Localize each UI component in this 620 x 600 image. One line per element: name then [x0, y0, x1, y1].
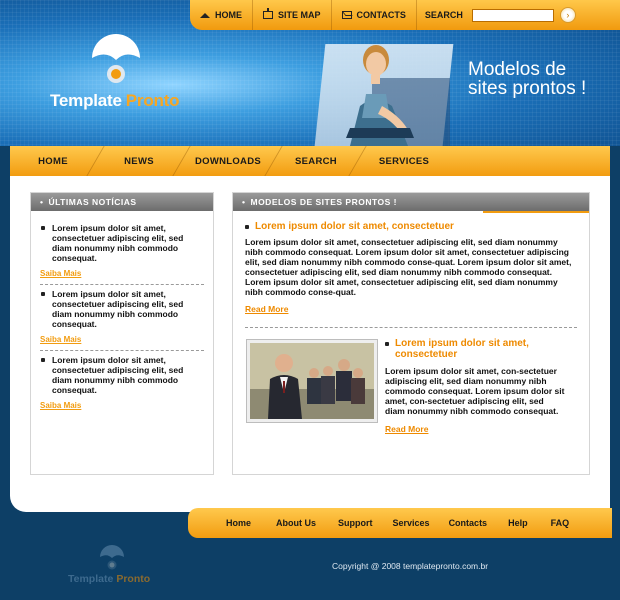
articles-box: • MODELOS DE SITES PRONTOS ! Lorem ipsum… — [232, 192, 590, 475]
news-box: • ÚLTIMAS NOTÍCIAS Lorem ipsum dolor sit… — [30, 192, 214, 475]
saiba-mais-link[interactable]: Saiba Mais — [40, 401, 204, 410]
logo-wordmark[interactable]: Template Pronto — [50, 91, 180, 111]
article-with-photo: Lorem ipsum dolor sit amet, consectetuer… — [245, 336, 577, 446]
topnav-contacts[interactable]: CONTACTS — [332, 0, 417, 30]
footer-logo-wordmark: Template Pronto — [68, 573, 150, 585]
business-team-photo — [247, 340, 377, 422]
bullet-icon: • — [40, 197, 44, 207]
news-item-body: Lorem ipsum dolor sit amet, consectetuer… — [52, 289, 184, 329]
article-divider — [245, 327, 577, 328]
saiba-mais-link[interactable]: Saiba Mais — [40, 269, 204, 278]
news-item: Lorem ipsum dolor sit amet, consectetuer… — [40, 285, 204, 351]
search-input[interactable] — [471, 8, 554, 22]
topnav-sitemap-label: SITE MAP — [278, 10, 321, 20]
home-icon — [200, 12, 210, 18]
logo-word-2: Pronto — [125, 91, 180, 110]
article-title-text: Lorem ipsum dolor sit amet, consectetuer — [255, 221, 454, 232]
footer-navigation: Home About Us Support Services Contacts … — [188, 508, 612, 538]
logo-word-1: Template — [50, 91, 122, 110]
menu-item-downloads[interactable]: DOWNLOADS — [182, 146, 274, 176]
menu-item-label: DOWNLOADS — [194, 155, 262, 167]
bullet-icon — [385, 342, 389, 346]
bullet-icon — [41, 292, 45, 296]
copyright-text: Copyright @ 2008 templatepronto.com.br — [332, 561, 489, 571]
top-navigation: HOME SITE MAP CONTACTS SEARCH › — [190, 0, 620, 30]
news-item: Lorem ipsum dolor sit amet, consectetuer… — [40, 219, 204, 285]
footer-link-help[interactable]: Help — [508, 518, 528, 528]
menu-item-label: SEARCH — [295, 155, 337, 167]
footer-logo-word-2: Pronto — [116, 573, 151, 585]
menu-item-services[interactable]: SERVICES — [358, 146, 450, 176]
woman-photo — [346, 45, 414, 146]
menu-item-home[interactable]: HOME — [10, 146, 96, 176]
article-body: Lorem ipsum dolor sit amet, con-sectetue… — [385, 366, 565, 416]
articles-box-header: • MODELOS DE SITES PRONTOS ! — [233, 193, 589, 211]
footer-logo-word-1: Template — [68, 573, 114, 585]
news-item-text: Lorem ipsum dolor sit amet, consectetuer… — [40, 223, 204, 263]
news-item: Lorem ipsum dolor sit amet, consectetuer… — [40, 351, 204, 416]
news-box-header: • ÚLTIMAS NOTÍCIAS — [31, 193, 213, 211]
bullet-icon — [41, 358, 45, 362]
news-item-text: Lorem ipsum dolor sit amet, consectetuer… — [40, 355, 204, 395]
news-box-title: • ÚLTIMAS NOTÍCIAS — [31, 193, 213, 211]
article-body: Lorem ipsum dolor sit amet, consectetuer… — [245, 237, 572, 297]
article-title[interactable]: Lorem ipsum dolor sit amet, consectetuer — [245, 221, 577, 232]
article-title[interactable]: Lorem ipsum dolor sit amet, consectetuer — [385, 338, 565, 360]
news-list: Lorem ipsum dolor sit amet, consectetuer… — [31, 211, 213, 416]
footer-link-home[interactable]: Home — [226, 518, 251, 528]
tagline-line-2: sites prontos ! — [468, 78, 587, 99]
footer-link-support[interactable]: Support — [338, 518, 373, 528]
search-go-button[interactable]: › — [559, 7, 576, 23]
mail-icon — [341, 11, 352, 19]
tagline-line-1: Modelos de — [468, 59, 567, 80]
bullet-icon: • — [242, 197, 246, 207]
menu-item-news[interactable]: NEWS — [96, 146, 182, 176]
footer-logo-icon — [100, 545, 124, 570]
sitemap-icon — [263, 8, 273, 19]
read-more-link[interactable]: Read More — [385, 424, 428, 434]
content-area: • ÚLTIMAS NOTÍCIAS Lorem ipsum dolor sit… — [10, 176, 610, 512]
news-item-body: Lorem ipsum dolor sit amet, consectetuer… — [52, 355, 184, 395]
menu-item-label: HOME — [38, 155, 68, 167]
bullet-icon — [41, 226, 45, 230]
bullet-icon — [245, 225, 249, 229]
read-more-link[interactable]: Read More — [245, 304, 288, 314]
news-item-body: Lorem ipsum dolor sit amet, consectetuer… — [52, 223, 184, 263]
header-banner: HOME SITE MAP CONTACTS SEARCH › Template… — [0, 0, 620, 146]
logo-icon — [92, 34, 140, 83]
header-tagline: Modelos de sites prontos ! — [468, 60, 586, 98]
article-title-text: Lorem ipsum dolor sit amet, consectetuer — [395, 338, 529, 360]
articles-box-title-text: MODELOS DE SITES PRONTOS ! — [250, 197, 397, 207]
menu-item-label: SERVICES — [378, 155, 430, 167]
articles-box-title: • MODELOS DE SITES PRONTOS ! — [233, 193, 589, 211]
footer-link-about[interactable]: About Us — [276, 518, 316, 528]
news-item-text: Lorem ipsum dolor sit amet, consectetuer… — [40, 289, 204, 329]
topnav-contacts-label: CONTACTS — [356, 10, 406, 20]
article-2-text: Lorem ipsum dolor sit amet, consectetuer… — [385, 338, 565, 437]
topnav-home[interactable]: HOME — [190, 0, 253, 30]
topnav-home-label: HOME — [215, 10, 242, 20]
search-arrow-icon: › — [566, 10, 570, 20]
saiba-mais-link[interactable]: Saiba Mais — [40, 335, 204, 344]
menu-item-label: NEWS — [124, 155, 154, 167]
footer-link-contacts[interactable]: Contacts — [449, 518, 488, 528]
footer-link-services[interactable]: Services — [393, 518, 430, 528]
footer-link-faq[interactable]: FAQ — [551, 518, 570, 528]
search-label: SEARCH — [424, 10, 463, 20]
news-box-title-text: ÚLTIMAS NOTÍCIAS — [48, 197, 137, 207]
main-menu: HOME NEWS DOWNLOADS SEARCH SERVICES — [10, 146, 610, 176]
menu-item-search[interactable]: SEARCH — [274, 146, 358, 176]
articles-list: Lorem ipsum dolor sit amet, consectetuer… — [233, 213, 589, 446]
topnav-sitemap[interactable]: SITE MAP — [253, 0, 332, 30]
